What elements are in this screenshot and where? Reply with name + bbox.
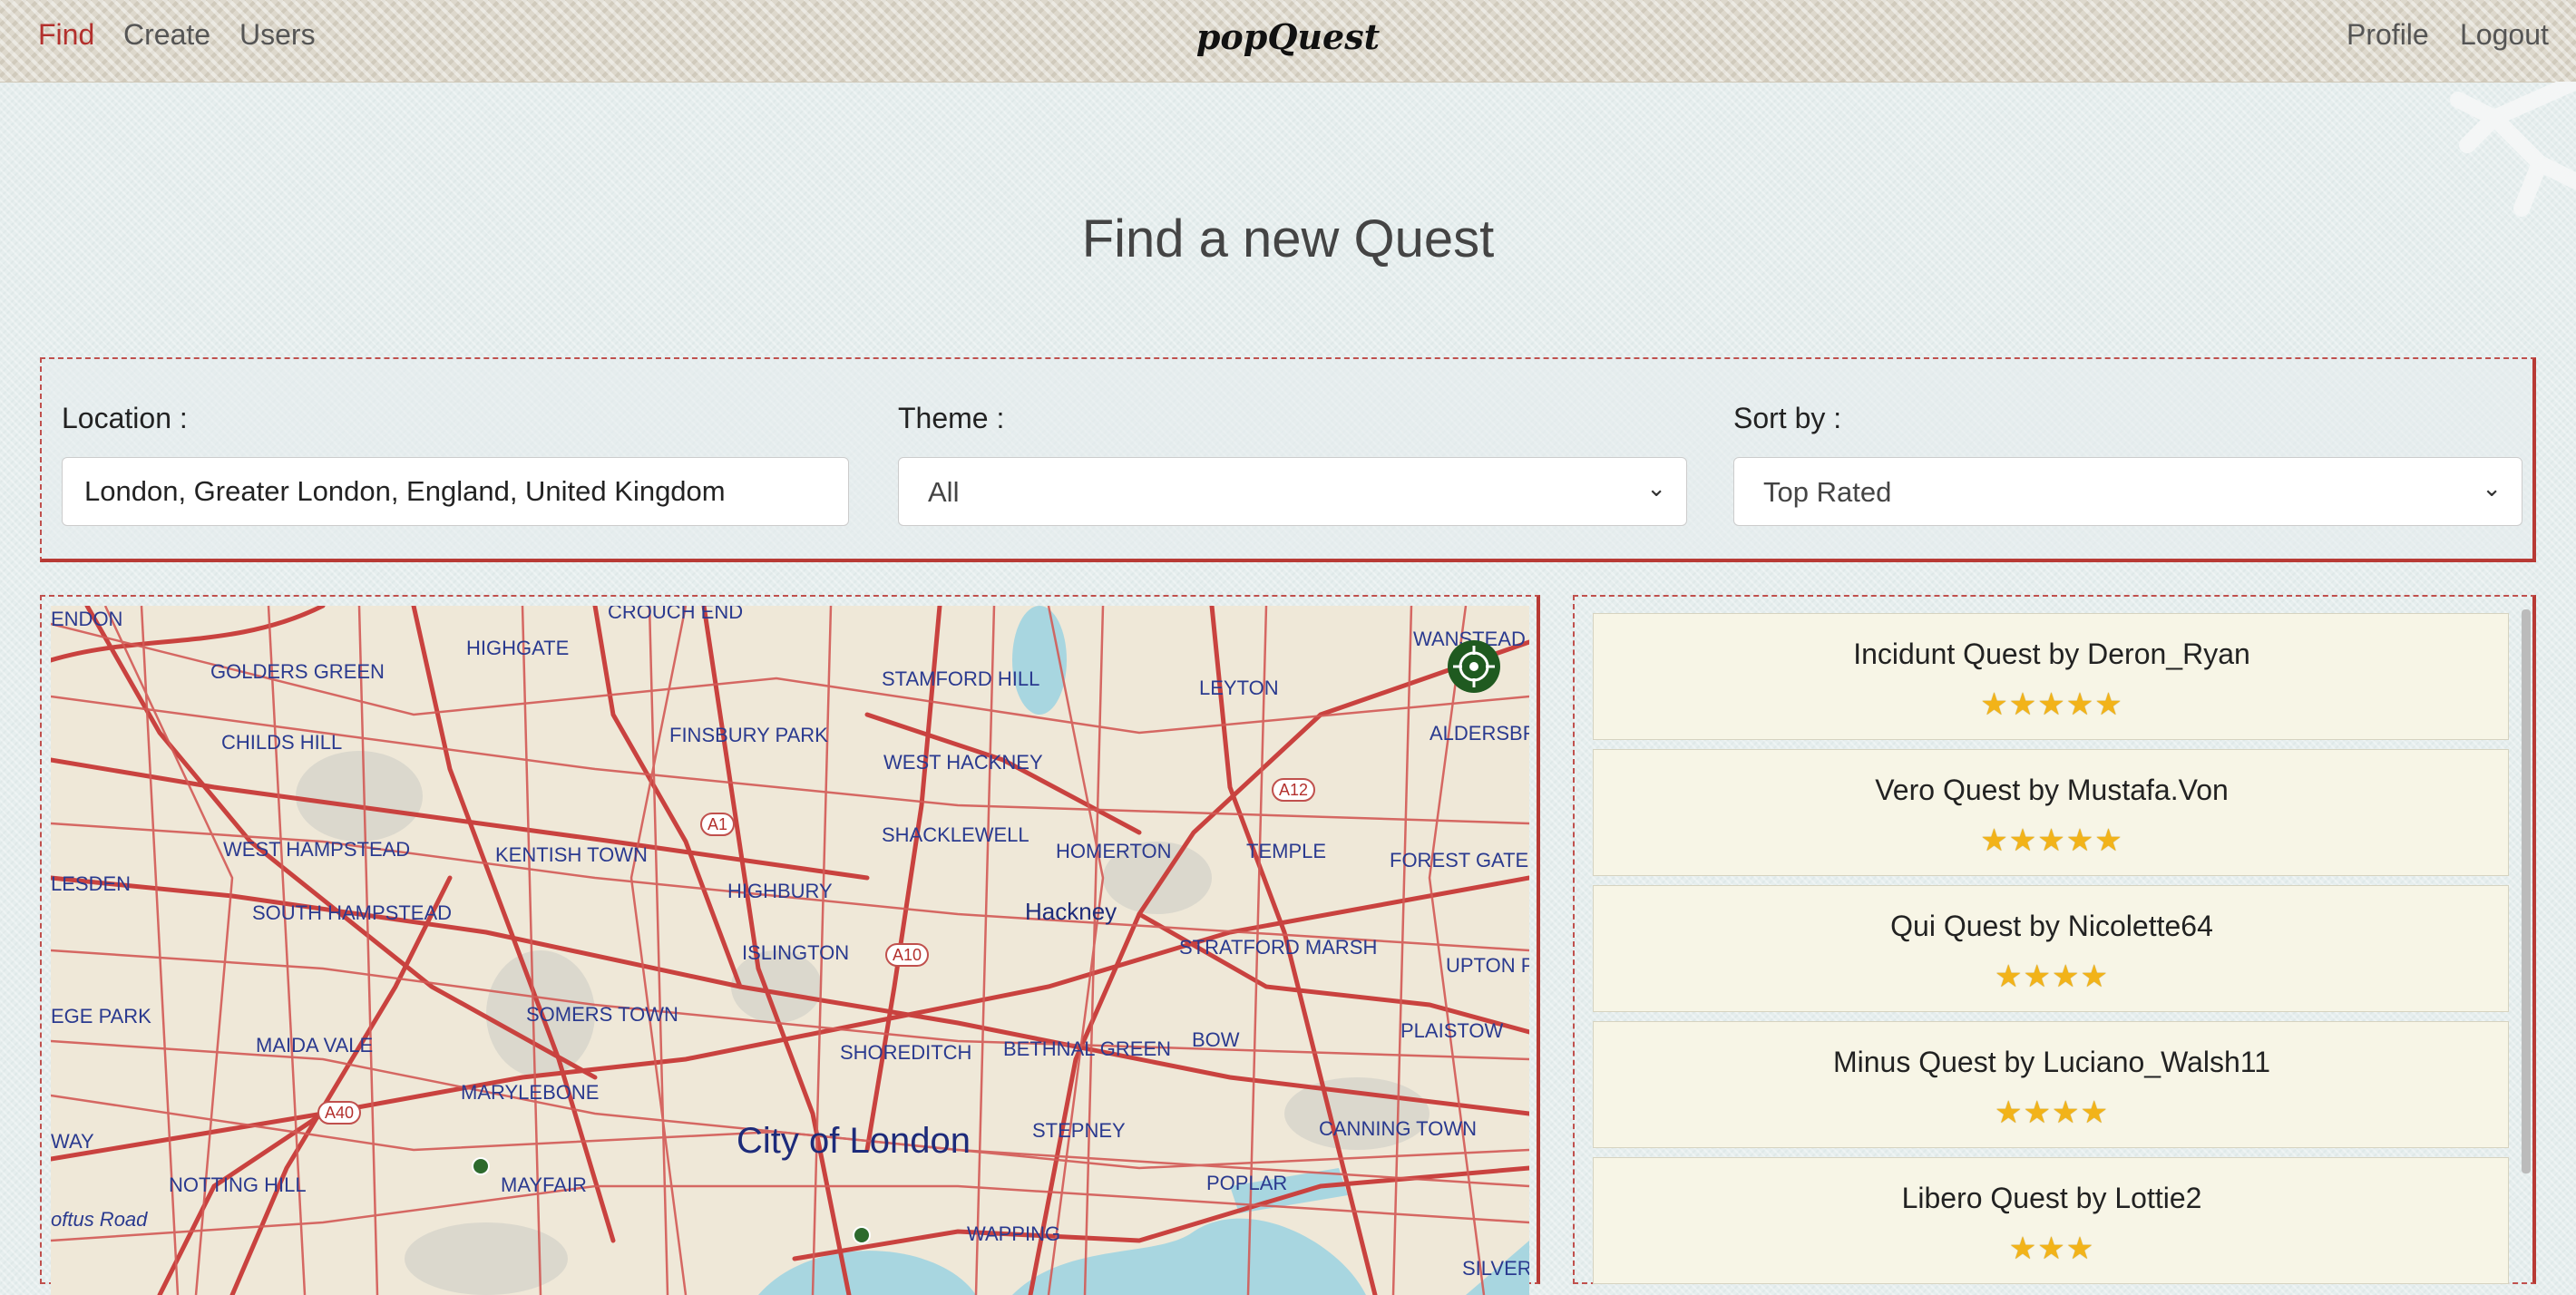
road-badge-a10: A10 bbox=[885, 943, 930, 967]
map-label-way: WAY bbox=[51, 1130, 94, 1153]
star-rating: ★★★★ bbox=[1995, 959, 2109, 994]
quest-card[interactable]: Vero Quest by Mustafa.Von ★★★★★ bbox=[1593, 749, 2509, 876]
road-badge-a40: A40 bbox=[317, 1101, 362, 1125]
map-label-endon: ENDON bbox=[51, 608, 123, 630]
map-label-silvert: SILVERT bbox=[1462, 1257, 1529, 1280]
map-label-lesden: LESDEN bbox=[51, 872, 132, 895]
location-input[interactable] bbox=[62, 457, 849, 526]
map-label-highgate: HIGHGATE bbox=[466, 637, 570, 659]
map[interactable]: ENDON CROUCH END HIGHGATE GOLDERS GREEN … bbox=[51, 606, 1529, 1295]
location-label: Location : bbox=[62, 402, 188, 434]
quest-card[interactable]: Libero Quest by Lottie2 ★★★ bbox=[1593, 1157, 2509, 1284]
quest-card[interactable]: Minus Quest by Luciano_Walsh11 ★★★★ bbox=[1593, 1021, 2509, 1148]
map-label-kentish-town: KENTISH TOWN bbox=[495, 843, 648, 866]
star-rating: ★★★ bbox=[2008, 1232, 2095, 1266]
star-rating: ★★★★ bbox=[1995, 1095, 2109, 1130]
quest-list-scrollbar[interactable] bbox=[2522, 609, 2531, 1173]
theme-label: Theme : bbox=[898, 402, 1005, 434]
map-label-city-of-london: City of London bbox=[737, 1121, 971, 1161]
map-label-west-hackney: WEST HACKNEY bbox=[883, 751, 1043, 774]
map-label-highbury: HIGHBURY bbox=[727, 880, 833, 902]
map-label-notting-hill: NOTTING HILL bbox=[169, 1173, 307, 1196]
map-label-stratford-marsh: STRATFORD MARSH bbox=[1179, 936, 1378, 959]
map-label-south-hampstead: SOUTH HAMPSTEAD bbox=[252, 901, 453, 924]
map-label-loftus-road: oftus Road bbox=[51, 1208, 148, 1231]
quest-title: Libero Quest by Lottie2 bbox=[1901, 1182, 2202, 1214]
map-label-plaistow: PLAISTOW bbox=[1400, 1019, 1504, 1042]
quest-pin-marker[interactable] bbox=[853, 1226, 871, 1244]
quest-title: Qui Quest by Nicolette64 bbox=[1890, 910, 2213, 942]
map-label-finsbury-park: FINSBURY PARK bbox=[669, 724, 828, 746]
chevron-down-icon: ⌄ bbox=[1646, 474, 1666, 501]
map-label-shoreditch: SHOREDITCH bbox=[840, 1041, 972, 1064]
map-label-hackney: Hackney bbox=[1025, 898, 1117, 925]
theme-select[interactable]: All ⌄ bbox=[898, 457, 1687, 526]
crosshair-icon bbox=[1453, 646, 1495, 687]
map-label-poplar: POPLAR bbox=[1206, 1172, 1288, 1194]
sort-select[interactable]: Top Rated ⌄ bbox=[1733, 457, 2522, 526]
quest-card[interactable]: Incidunt Quest by Deron_Ryan ★★★★★ bbox=[1593, 613, 2509, 740]
map-label-stepney: STEPNEY bbox=[1032, 1119, 1126, 1142]
map-label-somers-town: SOMERS TOWN bbox=[526, 1003, 678, 1026]
map-label-marylebone: MARYLEBONE bbox=[461, 1081, 600, 1104]
map-label-aldersbro: ALDERSBRO bbox=[1429, 722, 1529, 745]
map-label-wapping: WAPPING bbox=[967, 1222, 1061, 1245]
chevron-down-icon: ⌄ bbox=[2482, 474, 2502, 501]
map-label-stamford-hill: STAMFORD HILL bbox=[882, 667, 1040, 690]
nav-logout-link[interactable]: Logout bbox=[2460, 18, 2549, 52]
map-label-leyton: LEYTON bbox=[1199, 677, 1279, 699]
sort-label: Sort by : bbox=[1733, 402, 1842, 434]
map-label-ege-park: EGE PARK bbox=[51, 1005, 151, 1027]
map-label-shacklewell: SHACKLEWELL bbox=[882, 823, 1029, 846]
map-label-mayfair: MAYFAIR bbox=[501, 1173, 587, 1196]
map-panel: ENDON CROUCH END HIGHGATE GOLDERS GREEN … bbox=[40, 595, 1540, 1295]
road-badge-a12: A12 bbox=[1272, 778, 1316, 802]
map-label-canning-town: CANNING TOWN bbox=[1319, 1117, 1477, 1140]
map-label-forest-gate: FOREST GATE bbox=[1390, 849, 1529, 871]
sort-select-value: Top Rated bbox=[1763, 476, 1892, 508]
map-label-upton-pa: UPTON PA bbox=[1446, 954, 1529, 977]
quest-list-panel: Incidunt Quest by Deron_Ryan ★★★★★ Vero … bbox=[1573, 595, 2536, 1284]
locate-me-button[interactable] bbox=[1448, 640, 1500, 693]
brand-logo[interactable]: popQuest bbox=[0, 16, 2576, 57]
theme-select-value: All bbox=[928, 476, 960, 508]
star-rating: ★★★★★ bbox=[1980, 687, 2123, 722]
map-label-bow: BOW bbox=[1192, 1028, 1240, 1051]
map-label-homerton: HOMERTON bbox=[1056, 840, 1172, 862]
road-badge-a1: A1 bbox=[700, 813, 736, 836]
map-label-temple: TEMPLE bbox=[1246, 840, 1327, 862]
quest-title: Minus Quest by Luciano_Walsh11 bbox=[1832, 1046, 2271, 1078]
map-label-golders-green: GOLDERS GREEN bbox=[210, 660, 385, 683]
quest-title: Vero Quest by Mustafa.Von bbox=[1875, 774, 2229, 806]
quest-title: Incidunt Quest by Deron_Ryan bbox=[1853, 638, 2250, 670]
page-title: Find a new Quest bbox=[1081, 209, 1495, 268]
quest-pin-marker[interactable] bbox=[472, 1157, 490, 1175]
nav-profile-link[interactable]: Profile bbox=[2347, 18, 2429, 52]
map-label-west-hampstead: WEST HAMPSTEAD bbox=[223, 838, 411, 861]
quest-list: Incidunt Quest by Deron_Ryan ★★★★★ Vero … bbox=[1593, 613, 2509, 1293]
map-label-maida-vale: MAIDA VALE bbox=[256, 1034, 374, 1056]
star-rating: ★★★★★ bbox=[1980, 823, 2123, 858]
filter-panel: Location : Theme : All ⌄ Sort by : Top R… bbox=[40, 357, 2536, 562]
quest-card[interactable]: Qui Quest by Nicolette64 ★★★★ bbox=[1593, 885, 2509, 1012]
map-label-islington: ISLINGTON bbox=[742, 941, 850, 964]
top-navbar: Find Create Users popQuest Profile Logou… bbox=[0, 0, 2576, 83]
map-label-crouch-end: CROUCH END bbox=[608, 606, 744, 623]
map-label-bethnal-green: BETHNAL GREEN bbox=[1003, 1037, 1172, 1060]
map-label-childs-hill: CHILDS HILL bbox=[221, 731, 343, 754]
